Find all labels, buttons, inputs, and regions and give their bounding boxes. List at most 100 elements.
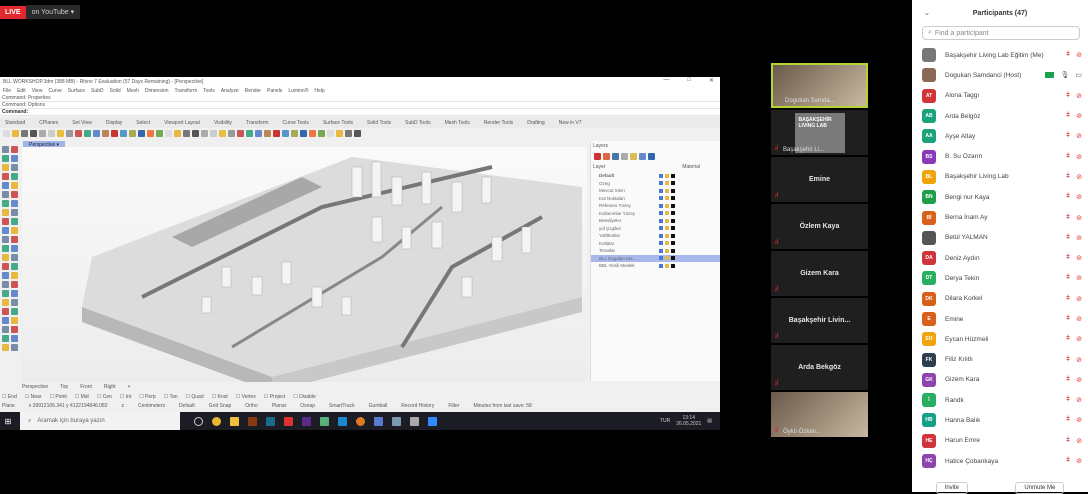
toolbar-button-icon[interactable]: [192, 130, 199, 137]
participant-row[interactable]: HÇ Hatice Çobankaya ǂ ⊘: [912, 451, 1088, 471]
tool-icon[interactable]: [11, 209, 18, 216]
toolbar-button-icon[interactable]: [219, 130, 226, 137]
toolbar-tab[interactable]: SubD Tools: [405, 120, 430, 126]
menu-item[interactable]: Help: [314, 88, 324, 94]
tool-icon[interactable]: [11, 236, 18, 243]
visibility-icon[interactable]: [659, 181, 663, 186]
video-tile[interactable]: Dogukan Samda...: [771, 63, 868, 108]
toolbar-button-icon[interactable]: [246, 130, 253, 137]
visibility-icon[interactable]: [659, 211, 663, 216]
osnap-checkbox[interactable]: ☐ Knot: [212, 394, 228, 400]
tool-icon[interactable]: [2, 344, 9, 351]
toolbar-button-icon[interactable]: [156, 130, 163, 137]
toolbar-button-icon[interactable]: [237, 130, 244, 137]
tool-icon[interactable]: [2, 254, 9, 261]
participant-row[interactable]: GK Gizem Kara ǂ ⊘: [912, 370, 1088, 390]
layer-row[interactable]: Teraslar: [591, 247, 720, 255]
layer-color-swatch[interactable]: [671, 203, 675, 208]
layer-color-swatch[interactable]: [671, 211, 675, 216]
layer-row[interactable]: Kullanımlar Yüzey: [591, 210, 720, 218]
acrobat-icon[interactable]: [284, 416, 293, 426]
toolbar-button-icon[interactable]: [318, 130, 325, 137]
status-item[interactable]: Planar: [272, 403, 286, 409]
toolbar-tab[interactable]: Surface Tools: [323, 120, 353, 126]
visibility-icon[interactable]: [659, 218, 663, 223]
tool-icon[interactable]: [2, 335, 9, 342]
snipping-icon[interactable]: [392, 416, 401, 426]
illustrator-icon[interactable]: [248, 416, 257, 426]
tool-icon[interactable]: [11, 344, 18, 351]
tool-icon[interactable]: [11, 245, 18, 252]
toolbar-tab[interactable]: Select: [136, 120, 150, 126]
lock-icon[interactable]: [665, 248, 669, 253]
notifications-icon[interactable]: ▤: [707, 418, 712, 424]
osnap-checkbox[interactable]: ☐ Near: [25, 394, 42, 400]
toolbar-tab[interactable]: Transform: [246, 120, 269, 126]
participant-row[interactable]: E Emine ǂ ⊘: [912, 309, 1088, 329]
photos-icon[interactable]: [374, 416, 383, 426]
tool-icon[interactable]: [11, 254, 18, 261]
tool-icon[interactable]: [2, 146, 9, 153]
menu-item[interactable]: Render: [245, 88, 261, 94]
menu-item[interactable]: Tools: [203, 88, 215, 94]
visibility-icon[interactable]: [659, 226, 663, 231]
menu-item[interactable]: Panels: [267, 88, 282, 94]
toolbar-button-icon[interactable]: [48, 130, 55, 137]
visibility-icon[interactable]: [659, 188, 663, 193]
toolbar-button-icon[interactable]: [75, 130, 82, 137]
visibility-icon[interactable]: [659, 256, 663, 261]
lock-icon[interactable]: [665, 203, 669, 208]
tool-icon[interactable]: [11, 173, 18, 180]
tool-icon[interactable]: [11, 308, 18, 315]
video-tile[interactable]: Özlem Kaya ♪̸: [771, 204, 868, 249]
osnap-checkbox[interactable]: ☐ Mid: [75, 394, 89, 400]
participant-row[interactable]: Betül YALMAN ǂ ⊘: [912, 228, 1088, 248]
lock-icon[interactable]: [665, 233, 669, 238]
lock-icon[interactable]: [665, 226, 669, 231]
tool-icon[interactable]: [2, 227, 9, 234]
lock-icon[interactable]: [665, 181, 669, 186]
tool-icon[interactable]: [2, 182, 9, 189]
menu-item[interactable]: Curve: [48, 88, 61, 94]
layer-row[interactable]: Referans Yüzey: [591, 202, 720, 210]
lock-icon[interactable]: [665, 211, 669, 216]
windows-start-icon[interactable]: ⊞: [0, 417, 16, 426]
participant-search-input[interactable]: ⌕ Find a participant: [922, 26, 1080, 40]
layer-row[interactable]: Ozeg: [591, 180, 720, 188]
toolbar-tab[interactable]: CPlanes: [39, 120, 58, 126]
tool-icon[interactable]: [2, 155, 9, 162]
premiere-icon[interactable]: [302, 416, 311, 426]
layer-color-swatch[interactable]: [671, 218, 675, 223]
tool-icon[interactable]: [11, 227, 18, 234]
toolbar-tab[interactable]: Set View: [72, 120, 92, 126]
toolbar-button-icon[interactable]: [129, 130, 136, 137]
toolbar-button-icon[interactable]: [228, 130, 235, 137]
layer-color-swatch[interactable]: [671, 263, 675, 268]
layer-color-swatch[interactable]: [671, 196, 675, 201]
participant-row[interactable]: FK Filiz Kılıtlı ǂ ⊘: [912, 349, 1088, 369]
menu-item[interactable]: Analyze: [221, 88, 239, 94]
collapse-chevron-icon[interactable]: ⌄: [924, 9, 930, 17]
tool-icon[interactable]: [2, 200, 9, 207]
tool-icon[interactable]: [2, 326, 9, 333]
osnap-checkbox[interactable]: ☐ Int: [120, 394, 131, 400]
toolbar-button-icon[interactable]: [255, 130, 262, 137]
status-item[interactable]: Ortho: [245, 403, 258, 409]
menu-item[interactable]: File: [3, 88, 11, 94]
layer-row[interactable]: Yol/Bloklar: [591, 232, 720, 240]
toolbar-tab[interactable]: Curve Tools: [283, 120, 309, 126]
tool-icon[interactable]: [11, 218, 18, 225]
toolbar-button-icon[interactable]: [147, 130, 154, 137]
layer-color-swatch[interactable]: [671, 241, 675, 246]
layer-color-swatch[interactable]: [671, 188, 675, 193]
toolbar-tab[interactable]: Mesh Tools: [445, 120, 470, 126]
osnap-checkbox[interactable]: ☐ Project: [264, 394, 285, 400]
participant-row[interactable]: DK Dilara Korkel ǂ ⊘: [912, 289, 1088, 309]
menu-item[interactable]: Lumion®: [288, 88, 308, 94]
status-item[interactable]: SmartTrack: [329, 403, 355, 409]
status-item[interactable]: Osnap: [300, 403, 315, 409]
layer-row[interactable]: BLL Dogalan Mo...: [591, 254, 720, 262]
viewport-tab[interactable]: Right: [104, 384, 116, 390]
layer-row[interactable]: Kot Noktaları: [591, 195, 720, 203]
tool-icon[interactable]: [11, 146, 18, 153]
